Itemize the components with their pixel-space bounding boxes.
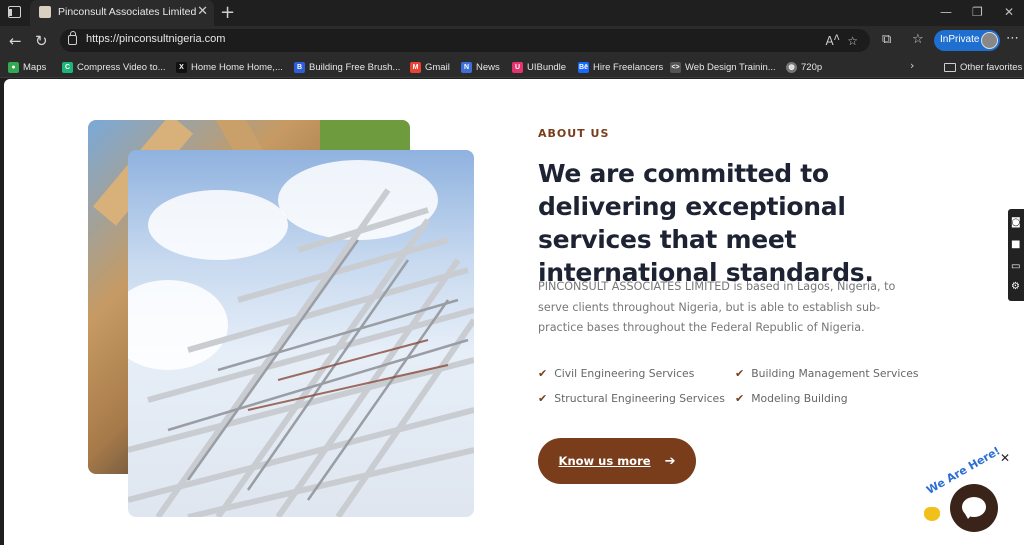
video-icon[interactable]: ■ xyxy=(1011,239,1020,250)
close-tab-icon[interactable]: ✕ xyxy=(197,4,208,19)
tab-title: Pinconsult Associates Limited xyxy=(58,6,197,18)
favorite-label: Hire Freelancers xyxy=(593,61,664,73)
brush-site-icon: B xyxy=(294,61,305,73)
read-aloud-and-favorite-icons[interactable]: Aʌ ☆ xyxy=(825,32,858,48)
check-icon: ✔ xyxy=(538,392,548,405)
globe-icon: ◍ xyxy=(786,61,797,73)
web-design-icon: <> xyxy=(670,61,681,73)
favorite-label: Home Home Home,... xyxy=(191,61,283,73)
screen-icon[interactable]: ▭ xyxy=(1011,261,1020,272)
waving-hand-icon xyxy=(924,507,940,521)
favorite-label: Maps xyxy=(23,61,47,73)
address-toolbar: ← ↻ https://pinconsultnigeria.com Aʌ ☆ ⧉… xyxy=(0,26,1024,56)
check-icon: ✔ xyxy=(538,367,548,380)
service-item: ✔ Building Management Services xyxy=(735,367,919,380)
favorite-gmail[interactable]: M Gmail xyxy=(410,60,450,74)
favorite-label: 720p xyxy=(801,61,823,73)
service-item: ✔ Structural Engineering Services xyxy=(538,392,725,405)
favorites-bar: ● Maps C Compress Video to... X Home Home H… xyxy=(0,56,1024,78)
chevron-right-icon[interactable]: › xyxy=(910,59,914,72)
know-us-more-button[interactable]: Know us more ➔ xyxy=(538,438,696,484)
gear-icon[interactable]: ⚙ xyxy=(1011,281,1020,292)
service-item: ✔ Modeling Building xyxy=(735,392,848,405)
restore-icon[interactable]: ❐ xyxy=(972,5,983,19)
avatar xyxy=(981,32,998,49)
favorite-label: Building Free Brush... xyxy=(309,61,401,73)
side-toolbar: ◙ ■ ▭ ⚙ xyxy=(1008,209,1024,301)
favorite-label: UIBundle xyxy=(527,61,567,73)
url-text[interactable]: https://pinconsultnigeria.com xyxy=(86,33,225,45)
chat-bubble-icon[interactable] xyxy=(950,484,998,532)
browser-title-bar: Pinconsult Associates Limited ✕ + — ❐ ✕ xyxy=(0,0,1024,26)
check-icon: ✔ xyxy=(735,367,745,380)
favorite-hire-freelancers[interactable]: Bē Hire Freelancers xyxy=(578,60,663,74)
favorite-maps[interactable]: ● Maps xyxy=(8,60,46,74)
tab-actions-icon[interactable] xyxy=(8,6,21,18)
favorite-uibundle[interactable]: U UIBundle xyxy=(512,60,566,74)
favorites-icon[interactable]: ☆ xyxy=(912,32,924,47)
folder-icon xyxy=(944,62,956,72)
section-label: ABOUT US xyxy=(538,127,610,140)
favorite-brush[interactable]: B Building Free Brush... xyxy=(294,60,400,74)
favorite-label: Gmail xyxy=(425,61,450,73)
minimize-icon[interactable]: — xyxy=(940,5,952,19)
page-title: We are committed to delivering exception… xyxy=(538,159,874,287)
service-item: ✔ Civil Engineering Services xyxy=(538,367,694,380)
other-favorites-label: Other favorites xyxy=(960,61,1023,73)
favorite-label: Web Design Trainin... xyxy=(685,61,776,73)
inprivate-label: InPrivate xyxy=(940,34,980,45)
new-tab-icon[interactable]: + xyxy=(220,2,235,23)
service-label: Modeling Building xyxy=(751,392,848,405)
lock-icon xyxy=(68,31,77,45)
favorite-compress-video[interactable]: C Compress Video to... xyxy=(62,60,166,74)
refresh-icon[interactable]: ↻ xyxy=(35,32,48,50)
more-menu-icon[interactable]: ⋯ xyxy=(1006,31,1019,46)
favorite-web-design[interactable]: <> Web Design Trainin... xyxy=(670,60,776,74)
uibundle-icon: U xyxy=(512,61,523,73)
x-logo-icon: X xyxy=(176,61,187,73)
extensions-icon[interactable]: ⧉ xyxy=(882,32,891,47)
close-window-icon[interactable]: ✕ xyxy=(1004,5,1014,19)
cta-label: Know us more xyxy=(558,454,651,468)
favorite-720p[interactable]: ◍ 720p xyxy=(786,60,822,74)
arrow-right-icon: ➔ xyxy=(664,453,676,469)
service-label: Structural Engineering Services xyxy=(554,392,725,405)
browser-tab[interactable]: Pinconsult Associates Limited ✕ xyxy=(30,0,214,26)
compress-video-icon: C xyxy=(62,61,73,73)
gmail-icon: M xyxy=(410,61,421,73)
behance-icon: Bē xyxy=(578,61,589,73)
inprivate-badge[interactable]: InPrivate xyxy=(934,30,1000,51)
favorite-label: News xyxy=(476,61,500,73)
other-favorites[interactable]: Other favorites xyxy=(944,60,1022,74)
address-bar[interactable]: https://pinconsultnigeria.com Aʌ ☆ xyxy=(60,29,870,52)
camera-icon[interactable]: ◙ xyxy=(1011,217,1021,228)
favorite-home[interactable]: X Home Home Home,... xyxy=(176,60,283,74)
steel-frame-image xyxy=(128,150,474,517)
check-icon: ✔ xyxy=(735,392,745,405)
news-icon: N xyxy=(461,61,472,73)
web-page: ABOUT US We are committed to delivering … xyxy=(4,79,1024,545)
favorite-news[interactable]: N News xyxy=(461,60,500,74)
site-favicon-icon xyxy=(39,6,51,18)
service-label: Building Management Services xyxy=(751,367,919,380)
maps-icon: ● xyxy=(8,61,19,73)
favorite-label: Compress Video to... xyxy=(77,61,166,73)
service-label: Civil Engineering Services xyxy=(554,367,695,380)
about-description: PINCONSULT ASSOCIATES LIMITED is based i… xyxy=(538,280,896,334)
back-icon[interactable]: ← xyxy=(9,32,22,50)
